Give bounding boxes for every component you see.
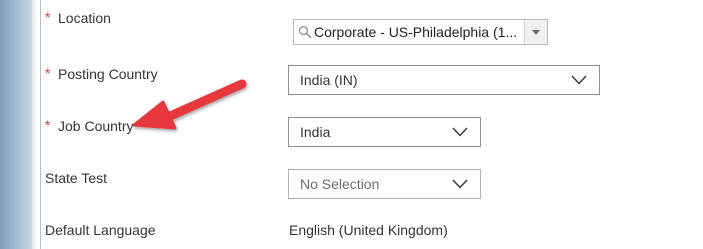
side-panel-edge: [32, 0, 38, 249]
form-left-border: [40, 0, 41, 249]
job-country-value: India: [300, 124, 331, 140]
search-icon: [298, 25, 312, 39]
state-test-label: State Test: [45, 170, 108, 186]
default-language-value: English (United Kingdom): [289, 222, 448, 238]
location-required-marker: *: [45, 9, 51, 25]
side-panel-background: [0, 0, 32, 249]
job-country-required-marker: *: [45, 117, 51, 133]
chevron-down-icon: [452, 127, 468, 137]
chevron-down-icon: [452, 179, 468, 189]
job-country-select[interactable]: India: [288, 117, 481, 147]
posting-country-required-marker: *: [45, 65, 51, 81]
chevron-down-icon: [571, 75, 587, 85]
location-dropdown-button[interactable]: [524, 20, 547, 44]
posting-country-label: Posting Country: [58, 66, 158, 82]
location-combobox[interactable]: Corporate - US-Philadelphia (1...: [293, 19, 548, 45]
default-language-label: Default Language: [45, 222, 156, 238]
triangle-down-icon: [532, 30, 540, 35]
state-test-value: No Selection: [300, 176, 380, 192]
location-value: Corporate - US-Philadelphia (1...: [314, 24, 518, 40]
posting-country-select[interactable]: India (IN): [288, 65, 600, 95]
state-test-select[interactable]: No Selection: [288, 169, 481, 199]
job-country-label: Job Country: [58, 118, 134, 134]
location-label: Location: [58, 10, 111, 26]
posting-country-value: India (IN): [300, 72, 358, 88]
